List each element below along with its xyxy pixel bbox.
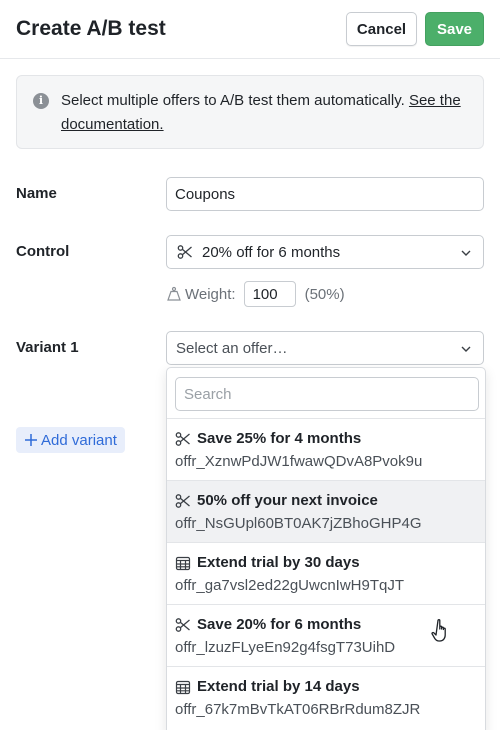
offer-id: offr_lzuzFLyeEn92g4fsgT73UihD [175,639,396,656]
variant-placeholder: Select an offer… [176,339,288,357]
search-input[interactable]: Search [175,377,479,411]
offer-title-row: 50% off your next invoice [175,492,378,509]
variant-label: Variant 1 [16,339,79,356]
chevron-down-icon [461,250,471,256]
search-placeholder: Search [184,385,232,403]
cancel-button[interactable]: Cancel [346,12,417,46]
weight-label: Weight: [185,285,236,303]
offer-id: offr_NsGUpl60BT0AK7jZBhoGHP4G [175,515,422,532]
plus-icon [24,433,38,447]
name-value: Coupons [175,185,236,203]
offer-option[interactable]: Save 20% for 6 months offr_lzuzFLyeEn92g… [167,604,485,666]
name-label: Name [16,185,57,202]
offer-title: Save 25% for 4 months [197,430,362,447]
name-input[interactable]: Coupons [166,177,484,211]
calendar-icon [175,680,191,694]
info-message: Select multiple offers to A/B test them … [61,92,405,109]
offer-dropdown: Search Save 25% for 4 months offr_XznwPd… [166,367,486,730]
offer-title-row: Extend trial by 30 days [175,554,360,571]
variant-select[interactable]: Select an offer… [166,331,484,365]
scissors-icon [177,244,193,260]
page-title: Create A/B test [16,17,166,40]
offer-title-row: Save 25% for 4 months [175,430,361,447]
offer-title: 50% off your next invoice [197,492,378,509]
scissors-icon [175,431,190,446]
offer-option[interactable]: Extend trial by 14 days offr_67k7mBvTkAT… [167,666,485,728]
weight-icon [166,286,182,302]
offer-id: offr_XznwPdJW1fwawQDvA8Pvok9u [175,453,423,470]
offer-title: Extend trial by 30 days [197,554,360,571]
dialog-header: Create A/B test Cancel Save [0,0,500,59]
save-button[interactable]: Save [425,12,484,46]
chevron-down-icon [461,346,471,352]
weight-input[interactable]: 100 [243,281,296,307]
add-variant-button[interactable]: Add variant [16,427,125,453]
weight-row: Weight: 100 (50%) [166,281,345,307]
offer-list: Save 25% for 4 months offr_XznwPdJW1fwaw… [167,418,485,728]
offer-id: offr_67k7mBvTkAT06RBrRdum8ZJR [175,701,421,718]
offer-title-row: Save 20% for 6 months [175,616,361,633]
scissors-icon [175,617,190,632]
add-variant-label: Add variant [41,431,117,449]
calendar-icon [175,556,191,570]
info-text: Select multiple offers to A/B test them … [61,89,476,137]
offer-option[interactable]: 50% off your next invoice offr_NsGUpl60B… [167,480,485,642]
offer-option[interactable]: Save 25% for 4 months offr_XznwPdJW1fwaw… [167,418,485,480]
weight-percent: (50%) [304,285,345,303]
control-select[interactable]: 20% off for 6 months [166,235,484,269]
weight-value: 100 [252,285,278,303]
offer-title-row: Extend trial by 14 days [175,678,360,695]
offer-id: offr_ga7vsl2ed22gUwcnIwH9TqJT [175,577,405,594]
scissors-icon [175,493,190,508]
control-label: Control [16,243,70,260]
offer-option[interactable]: Extend trial by 30 days offr_ga7vsl2ed22… [167,542,485,604]
info-banner: i Select multiple offers to A/B test the… [16,75,484,149]
offer-title: Save 20% for 6 months [197,616,362,633]
offer-title: Extend trial by 14 days [197,678,360,695]
control-value: 20% off for 6 months [202,243,341,261]
info-icon: i [33,93,49,109]
